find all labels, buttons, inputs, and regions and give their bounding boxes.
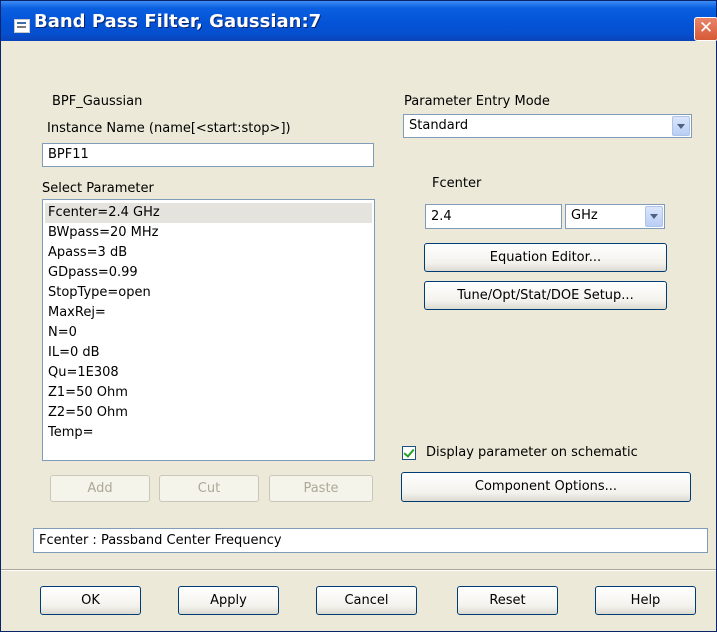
apply-button[interactable]: Apply (178, 586, 279, 615)
parameter-name-label: Fcenter (432, 176, 482, 191)
display-on-schematic-label: Display parameter on schematic (426, 445, 638, 460)
parameter-list[interactable]: Fcenter=2.4 GHz BWpass=20 MHz Apass=3 dB… (42, 199, 375, 461)
list-item[interactable]: IL=0 dB (45, 343, 372, 363)
chevron-down-icon[interactable] (672, 116, 690, 136)
title-bar[interactable]: Band Pass Filter, Gaussian:7 ✕ (1, 1, 717, 41)
add-button[interactable]: Add (50, 475, 150, 502)
list-item[interactable]: MaxRej= (45, 303, 372, 323)
list-item[interactable]: Apass=3 dB (45, 243, 372, 263)
list-item[interactable]: GDpass=0.99 (45, 263, 372, 283)
cut-button[interactable]: Cut (159, 475, 259, 502)
entry-mode-value: Standard (409, 118, 469, 133)
close-icon[interactable]: ✕ (694, 17, 717, 41)
list-item[interactable]: StopType=open (45, 283, 372, 303)
parameter-description: Fcenter : Passband Center Frequency (33, 528, 708, 553)
instance-name-input[interactable]: BPF11 (42, 143, 374, 167)
list-item[interactable]: N=0 (45, 323, 372, 343)
entry-mode-label: Parameter Entry Mode (404, 94, 550, 109)
list-item[interactable]: Z2=50 Ohm (45, 403, 372, 423)
list-item[interactable]: Qu=1E308 (45, 363, 372, 383)
unit-value: GHz (571, 208, 598, 223)
component-options-button[interactable]: Component Options... (401, 472, 691, 502)
list-item[interactable]: Temp= (45, 423, 372, 443)
unit-select[interactable]: GHz (565, 204, 665, 229)
help-button[interactable]: Help (595, 586, 696, 615)
instance-name-label: Instance Name (name[<start:stop>]) (47, 121, 291, 136)
component-type-label: BPF_Gaussian (52, 94, 143, 109)
ok-button[interactable]: OK (40, 586, 141, 615)
dialog-window: Band Pass Filter, Gaussian:7 ✕ BPF_Gauss… (0, 0, 717, 632)
list-item[interactable]: Z1=50 Ohm (45, 383, 372, 403)
select-parameter-label: Select Parameter (42, 181, 154, 196)
window-title: Band Pass Filter, Gaussian:7 (34, 11, 322, 32)
cancel-button[interactable]: Cancel (316, 586, 417, 615)
equation-editor-button[interactable]: Equation Editor... (424, 243, 667, 272)
list-item[interactable]: Fcenter=2.4 GHz (45, 203, 372, 223)
display-on-schematic-checkbox[interactable] (402, 446, 416, 460)
entry-mode-select[interactable]: Standard (403, 114, 692, 138)
app-icon (14, 19, 30, 33)
paste-button[interactable]: Paste (269, 475, 373, 502)
tune-setup-button[interactable]: Tune/Opt/Stat/DOE Setup... (424, 281, 667, 310)
list-item[interactable]: BWpass=20 MHz (45, 223, 372, 243)
divider (1, 569, 716, 571)
chevron-down-icon[interactable] (645, 206, 663, 227)
reset-button[interactable]: Reset (457, 586, 558, 615)
parameter-value-input[interactable]: 2.4 (425, 204, 562, 229)
